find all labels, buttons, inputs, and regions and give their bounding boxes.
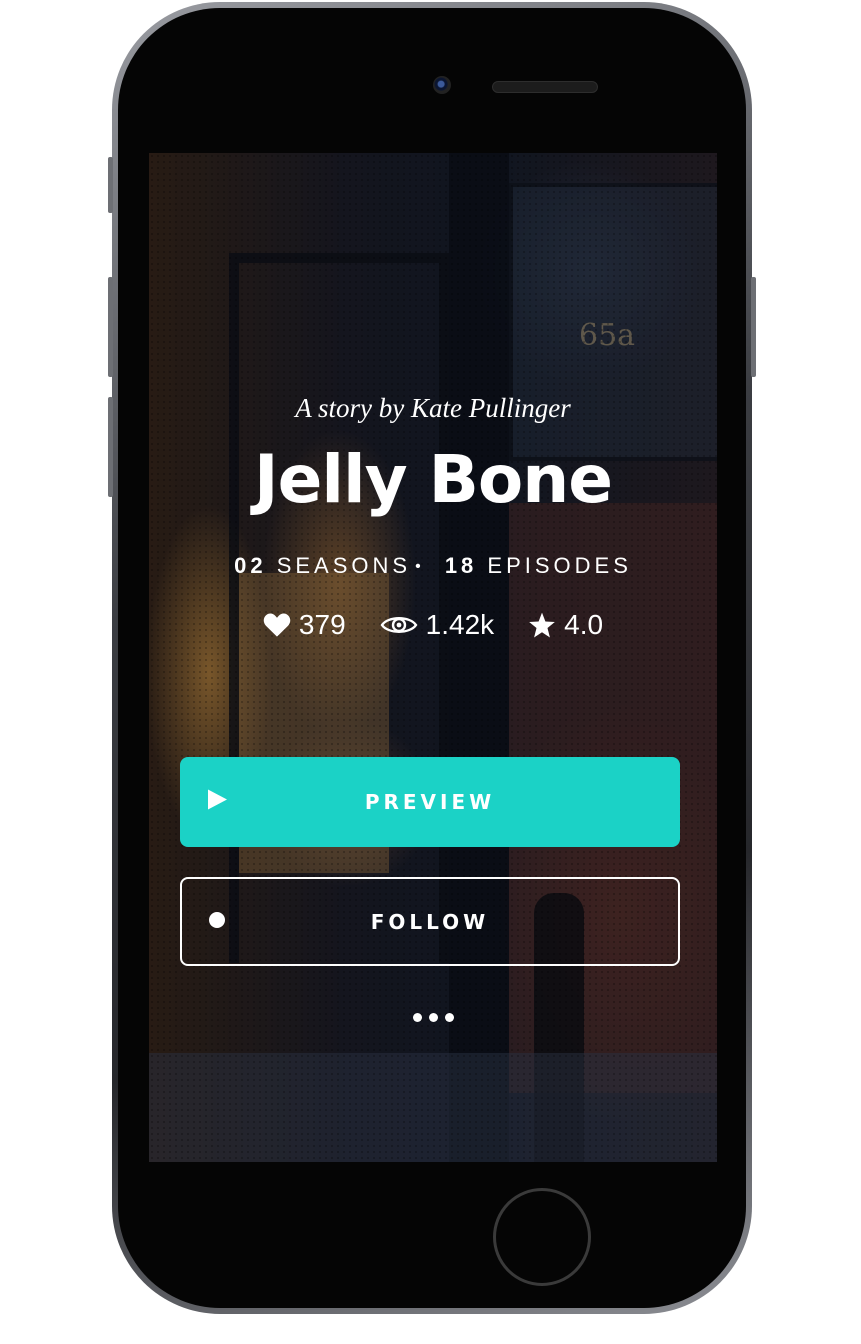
seasons-count: 02 [234, 553, 267, 578]
follow-button[interactable]: FOLLOW [180, 877, 680, 966]
front-camera [433, 76, 451, 94]
power-button [751, 277, 756, 377]
separator-dot: • [415, 558, 421, 575]
mute-switch [108, 157, 113, 213]
seasons-label: SEASONS [276, 553, 412, 578]
season-episode-info: 02 SEASONS • 18 EPISODES [149, 553, 717, 579]
episodes-label: EPISODES [487, 553, 632, 578]
story-byline: A story by Kate Pullinger [295, 393, 571, 423]
episodes-count: 18 [444, 553, 478, 578]
earpiece-speaker [492, 81, 598, 93]
preview-button[interactable]: PREVIEW [180, 757, 680, 847]
star-icon [529, 612, 555, 638]
likes-count: 379 [298, 609, 346, 640]
views-count: 1.42k [425, 609, 495, 640]
heart-icon [263, 613, 291, 637]
rating-value: 4.0 [564, 609, 604, 640]
follow-dot-icon [208, 910, 226, 934]
home-button[interactable] [493, 1188, 591, 1286]
dark-dot-overlay [149, 153, 717, 1162]
preview-label: PREVIEW [364, 790, 496, 814]
follow-label: FOLLOW [370, 909, 490, 934]
volume-up-button [108, 277, 113, 377]
play-icon [206, 789, 228, 816]
eye-icon [380, 617, 418, 633]
more-dots-icon[interactable] [149, 1013, 717, 1022]
more-dot [428, 1013, 438, 1022]
story-title: Jelly Bone [254, 441, 613, 518]
volume-down-button [108, 397, 113, 497]
more-dot [412, 1013, 422, 1022]
views-stat: 1.42k [380, 609, 495, 641]
more-dot [444, 1013, 454, 1022]
likes-stat[interactable]: 379 [263, 609, 346, 641]
rating-stat: 4.0 [528, 609, 603, 641]
stats-row: 379 1.42k 4.0 [149, 609, 717, 641]
app-screen: 65a A story by Kate Pullinger Jelly Bone… [149, 153, 717, 1162]
